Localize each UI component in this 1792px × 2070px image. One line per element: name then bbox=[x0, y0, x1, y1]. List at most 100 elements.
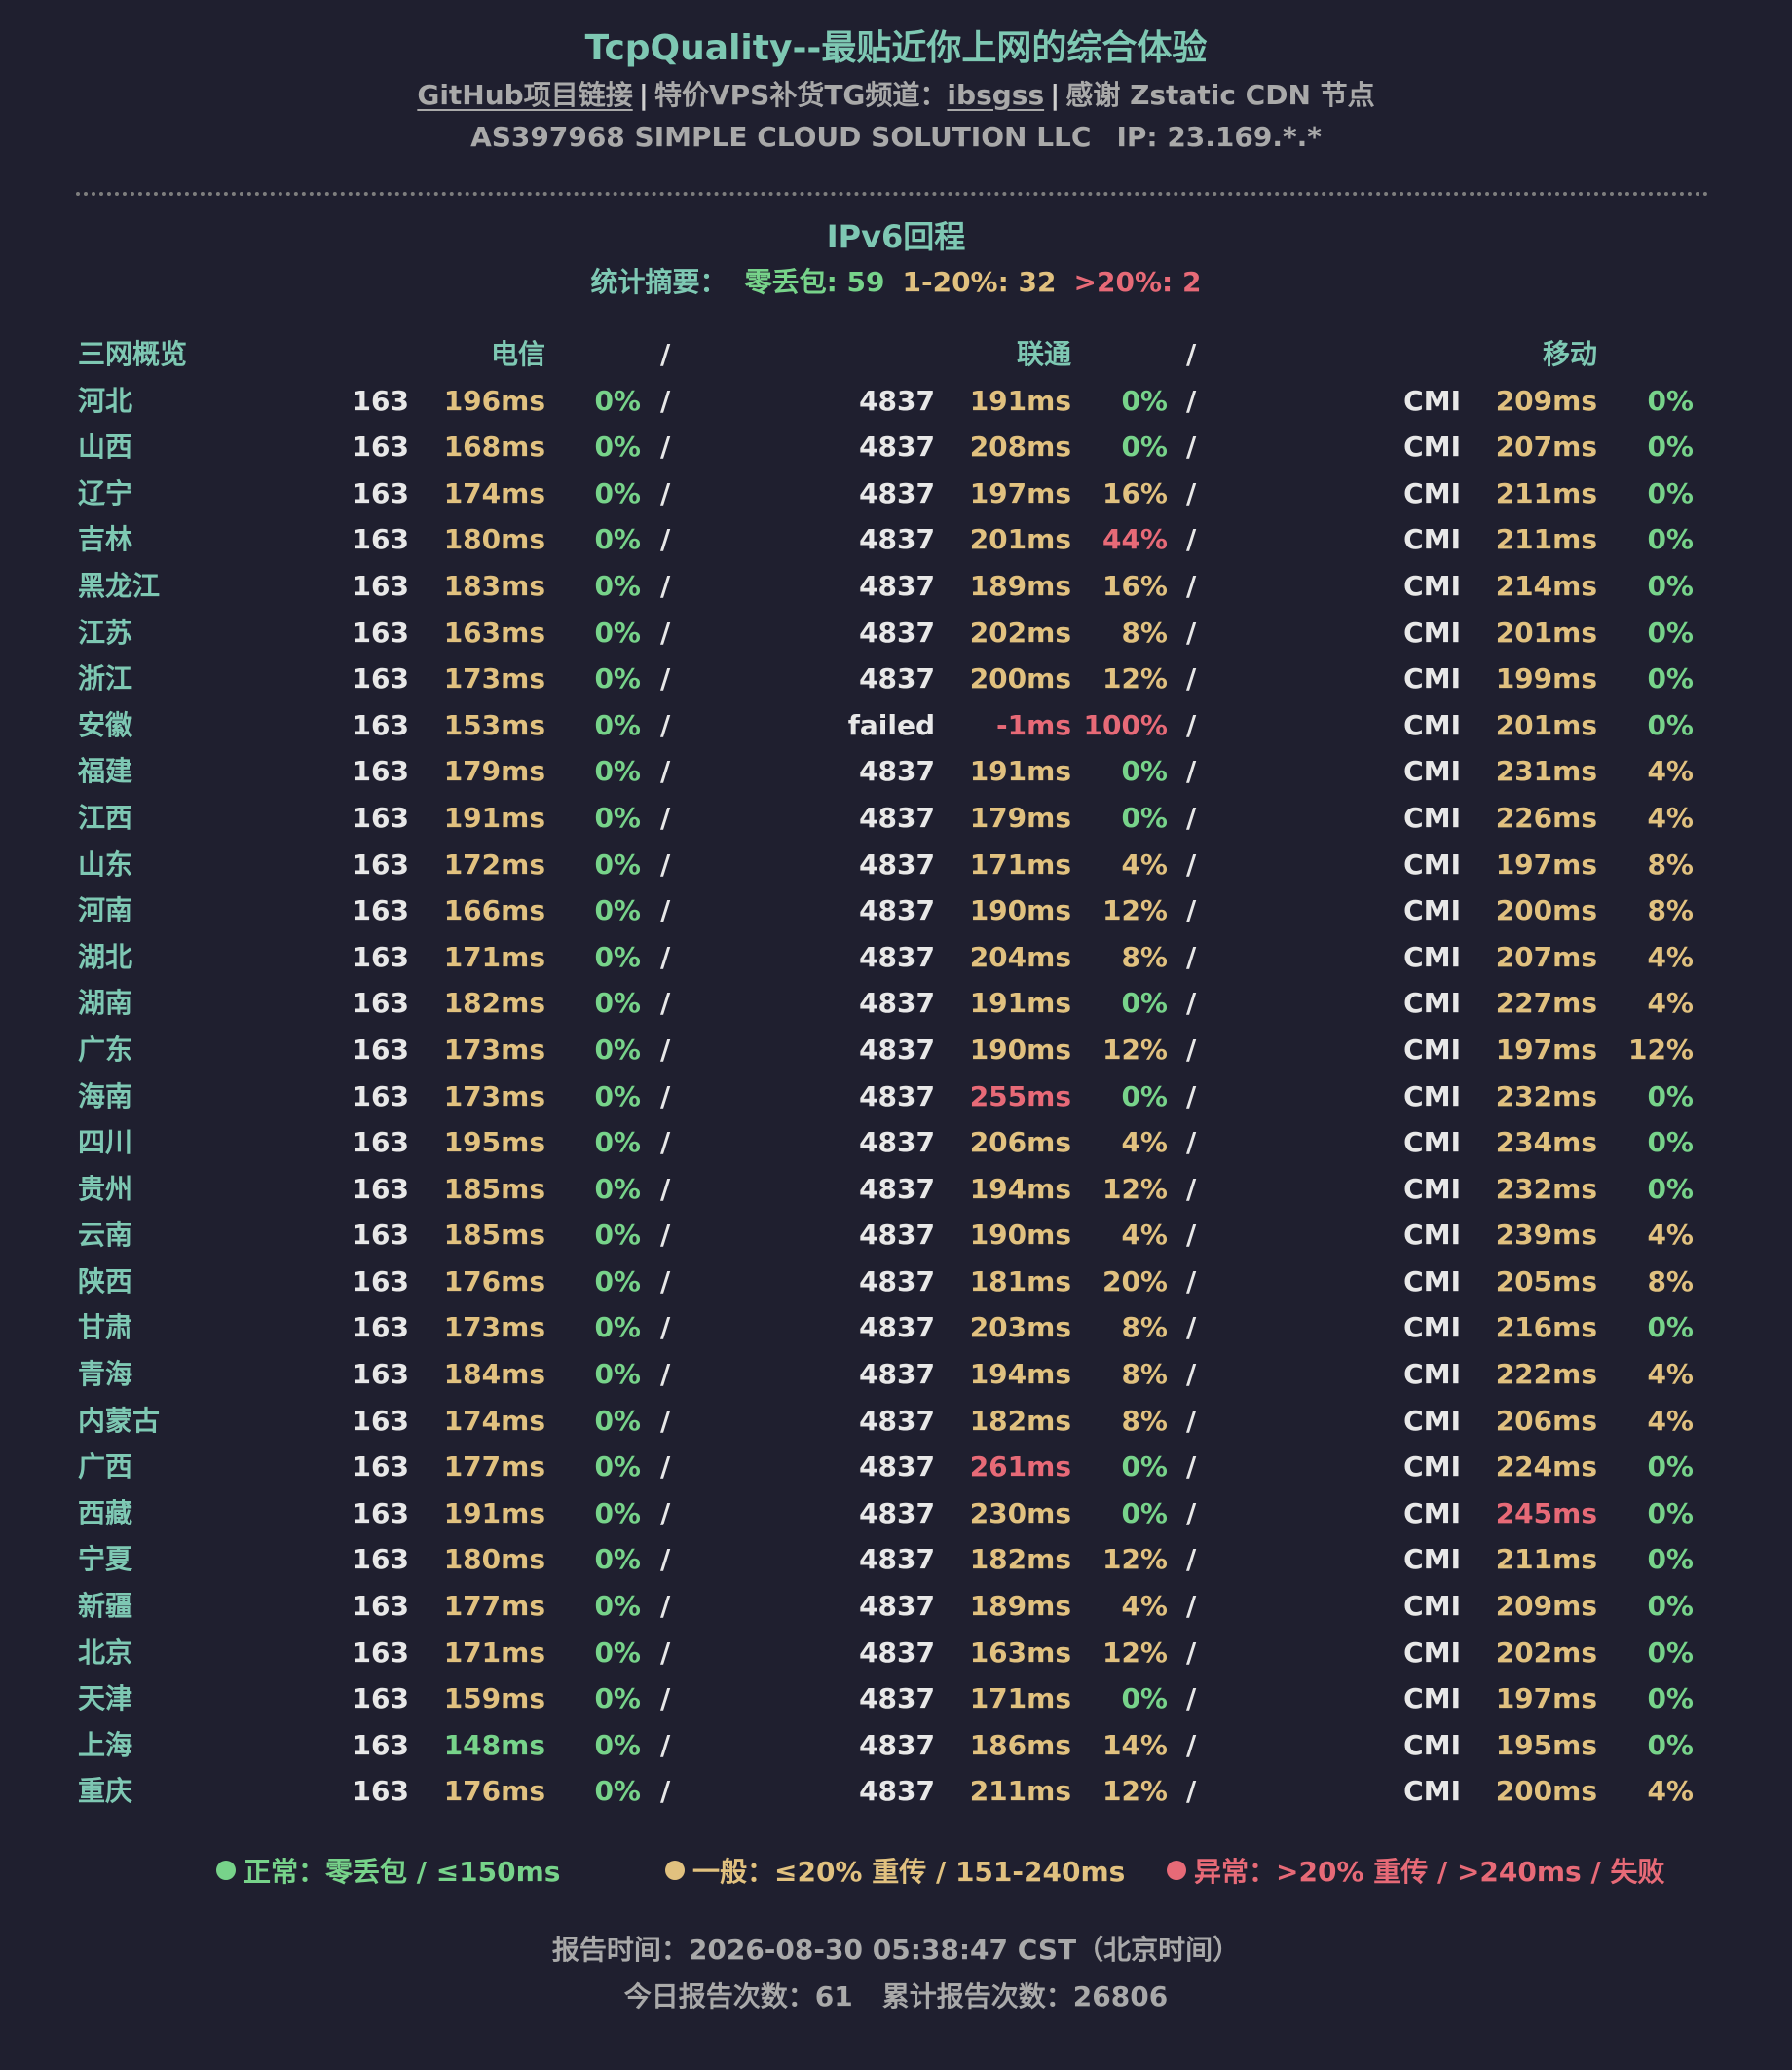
telecom-loss: 0% bbox=[594, 1404, 641, 1437]
unicom-asn: 4837 bbox=[859, 523, 935, 556]
legend-normal-text: 正常：零丢包 / ≤150ms bbox=[243, 1856, 561, 1888]
unicom-asn: 4837 bbox=[859, 1450, 935, 1484]
table-row: 上海 163 148ms 0% / 4837 186ms 14% / CMI 195ms 0% bbox=[0, 1722, 1792, 1769]
telecom-latency: 168ms bbox=[443, 431, 545, 464]
telecom-asn: 163 bbox=[352, 1590, 409, 1623]
telecom-latency: 174ms bbox=[443, 1404, 545, 1437]
mobile-loss: 0% bbox=[1647, 662, 1694, 696]
slash-separator: / bbox=[660, 523, 671, 556]
unicom-latency: 202ms bbox=[969, 616, 1071, 649]
telecom-latency: 179ms bbox=[443, 755, 545, 788]
mobile-loss: 0% bbox=[1647, 1728, 1694, 1761]
mobile-loss: 4% bbox=[1647, 755, 1694, 788]
telecom-asn: 163 bbox=[352, 1264, 409, 1298]
province-name: 青海 bbox=[78, 1358, 133, 1391]
mobile-loss: 0% bbox=[1647, 616, 1694, 649]
telecom-asn: 163 bbox=[352, 1358, 409, 1391]
telecom-loss: 0% bbox=[594, 894, 641, 927]
telecom-loss: 0% bbox=[594, 1311, 641, 1344]
telecom-asn: 163 bbox=[352, 431, 409, 464]
province-name: 江苏 bbox=[78, 616, 133, 649]
unicom-loss: 16% bbox=[1101, 569, 1168, 602]
telecom-asn: 163 bbox=[352, 1450, 409, 1484]
cdn-thanks: 感谢 Zstatic CDN 节点 bbox=[1065, 79, 1375, 111]
province-name: 云南 bbox=[78, 1219, 133, 1252]
telecom-loss: 0% bbox=[594, 847, 641, 881]
telecom-latency: 172ms bbox=[443, 847, 545, 881]
unicom-asn: 4837 bbox=[859, 940, 935, 973]
unicom-latency: 181ms bbox=[969, 1264, 1071, 1298]
mobile-latency: 199ms bbox=[1495, 662, 1597, 696]
vps-channel-link[interactable]: ibsgss bbox=[947, 79, 1044, 111]
mobile-asn: CMI bbox=[1403, 755, 1461, 788]
slash-separator: / bbox=[660, 1079, 671, 1112]
slash-separator: / bbox=[660, 1728, 671, 1761]
slash-separator: / bbox=[660, 1126, 671, 1159]
telecom-latency: 196ms bbox=[443, 384, 545, 417]
mobile-asn: CMI bbox=[1403, 940, 1461, 973]
today-count: 今日报告次数：61 bbox=[623, 1980, 853, 2013]
telecom-asn: 163 bbox=[352, 384, 409, 417]
red-dot-icon bbox=[1167, 1861, 1186, 1880]
mobile-asn: CMI bbox=[1403, 569, 1461, 602]
header-links: GitHub项目链接 | 特价VPS补货TG频道：ibsgss | 感谢 Zstatic… bbox=[0, 74, 1792, 113]
table-row: 福建 163 179ms 0% / 4837 191ms 0% / CMI 231ms 4% bbox=[0, 748, 1792, 795]
mobile-asn: CMI bbox=[1403, 431, 1461, 464]
table-row: 安徽 163 153ms 0% / failed -1ms 100% / CMI 201ms 0% bbox=[0, 702, 1792, 749]
table-row: 辽宁 163 174ms 0% / 4837 197ms 16% / CMI 211ms 0% bbox=[0, 470, 1792, 517]
unicom-latency: 182ms bbox=[969, 1543, 1071, 1576]
telecom-loss: 0% bbox=[594, 1033, 641, 1066]
unicom-loss: 0% bbox=[1121, 1496, 1168, 1529]
table-row: 四川 163 195ms 0% / 4837 206ms 4% / CMI 234ms 0% bbox=[0, 1119, 1792, 1166]
telecom-latency: 180ms bbox=[443, 1543, 545, 1576]
slash-separator: / bbox=[660, 1219, 671, 1252]
telecom-loss: 0% bbox=[594, 987, 641, 1020]
unicom-asn: 4837 bbox=[859, 1264, 935, 1298]
mobile-latency: 211ms bbox=[1495, 476, 1597, 509]
header-telecom: 电信 bbox=[490, 338, 545, 370]
unicom-asn: 4837 bbox=[859, 1775, 935, 1808]
table-row: 广西 163 177ms 0% / 4837 261ms 0% / CMI 224ms 0% bbox=[0, 1444, 1792, 1490]
table-row: 重庆 163 176ms 0% / 4837 211ms 12% / CMI 200ms 4% bbox=[0, 1768, 1792, 1815]
github-link[interactable]: GitHub项目链接 bbox=[417, 79, 632, 111]
telecom-asn: 163 bbox=[352, 894, 409, 927]
mobile-asn: CMI bbox=[1403, 894, 1461, 927]
mobile-asn: CMI bbox=[1403, 616, 1461, 649]
telecom-loss: 0% bbox=[594, 662, 641, 696]
mobile-loss: 0% bbox=[1647, 1543, 1694, 1576]
slash-separator: / bbox=[660, 616, 671, 649]
unicom-loss: 0% bbox=[1121, 1682, 1168, 1715]
table-row: 黑龙江 163 183ms 0% / 4837 189ms 16% / CMI 214ms 0% bbox=[0, 563, 1792, 610]
unicom-latency: 204ms bbox=[969, 940, 1071, 973]
mobile-latency: 197ms bbox=[1495, 847, 1597, 881]
mobile-asn: CMI bbox=[1403, 1172, 1461, 1205]
telecom-asn: 163 bbox=[352, 662, 409, 696]
province-name: 宁夏 bbox=[78, 1543, 133, 1576]
slash-separator: / bbox=[1186, 1264, 1197, 1298]
unicom-asn: 4837 bbox=[859, 616, 935, 649]
unicom-asn: 4837 bbox=[859, 569, 935, 602]
mobile-latency: 211ms bbox=[1495, 1543, 1597, 1576]
telecom-asn: 163 bbox=[352, 987, 409, 1020]
ip-info: IP: 23.169.*.* bbox=[1116, 121, 1322, 153]
telecom-latency: 148ms bbox=[443, 1728, 545, 1761]
mobile-loss: 4% bbox=[1647, 940, 1694, 973]
unicom-asn: 4837 bbox=[859, 801, 935, 834]
telecom-asn: 163 bbox=[352, 1775, 409, 1808]
unicom-asn: 4837 bbox=[859, 1543, 935, 1576]
slash-separator: / bbox=[1186, 616, 1197, 649]
province-name: 湖南 bbox=[78, 987, 133, 1020]
mobile-asn: CMI bbox=[1403, 708, 1461, 741]
unicom-latency: 186ms bbox=[969, 1728, 1071, 1761]
unicom-latency: 255ms bbox=[969, 1079, 1071, 1112]
slash-separator: / bbox=[660, 894, 671, 927]
unicom-latency: 208ms bbox=[969, 431, 1071, 464]
mobile-asn: CMI bbox=[1403, 1775, 1461, 1808]
mobile-asn: CMI bbox=[1403, 1590, 1461, 1623]
slash-separator: / bbox=[660, 384, 671, 417]
province-name: 广西 bbox=[78, 1450, 133, 1484]
legend-abnormal-text: 异常：>20% 重传 / >240ms / 失败 bbox=[1194, 1856, 1665, 1888]
unicom-asn: 4837 bbox=[859, 1219, 935, 1252]
slash-separator: / bbox=[660, 847, 671, 881]
unicom-latency: 203ms bbox=[969, 1311, 1071, 1344]
